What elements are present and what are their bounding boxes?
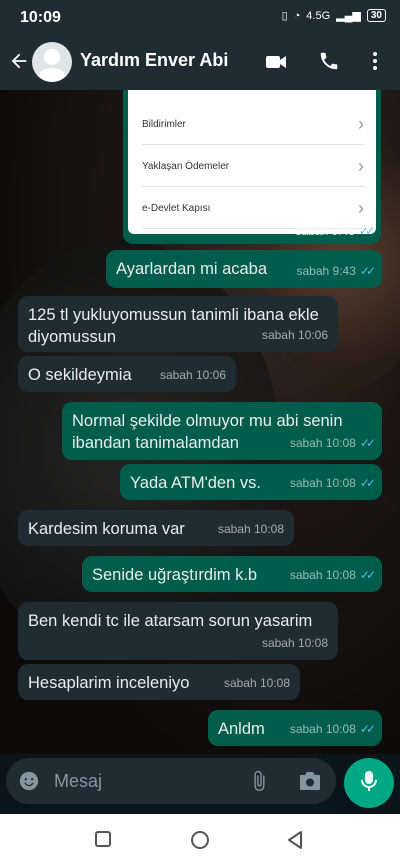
shared-screenshot[interactable]: Bildirimler › Yaklaşan Ödemeler › e-Devlet… xyxy=(128,90,376,234)
read-receipt-icon: ✓✓ xyxy=(358,224,375,238)
back-nav-icon[interactable] xyxy=(286,830,304,855)
message-bubble[interactable]: Hesaplarim inceleniyo sabah 10:08 xyxy=(18,664,300,700)
video-call-icon[interactable] xyxy=(264,50,288,79)
image-message[interactable]: Bildirimler › Yaklaşan Ödemeler › e-Devlet… xyxy=(123,90,381,244)
message-meta: sabah 10:08 ✓✓ xyxy=(290,564,376,586)
message-meta: sabah 10:06 xyxy=(261,328,328,342)
read-receipt-icon: ✓✓ xyxy=(359,436,376,450)
chevron-right-icon: › xyxy=(358,113,364,134)
message-meta: sabah 9:43 ✓✓ xyxy=(295,224,376,238)
message-bubble[interactable]: Anldm sabah 10:08 ✓✓ xyxy=(208,710,382,746)
signal-icon: ▂▄▆ xyxy=(336,10,361,22)
chevron-right-icon: › xyxy=(358,197,364,218)
message-bubble[interactable]: 125 tl yukluyomussun tanimli ibana ekle … xyxy=(18,296,338,352)
read-receipt-icon: ✓✓ xyxy=(359,476,376,490)
message-meta: sabah 10:06 xyxy=(159,368,226,382)
screenshot-row: Yaklaşan Ödemeler › xyxy=(142,146,364,187)
message-bubble[interactable]: Ben kendi tc ile atarsam sorun yasarim s… xyxy=(18,602,338,660)
status-time: 10:09 xyxy=(20,9,61,26)
message-meta: sabah 10:08 xyxy=(261,636,328,650)
contact-avatar[interactable] xyxy=(32,42,72,82)
status-bar: 10:09 ▯ ◔ 4.5G ▂▄▆ 30 xyxy=(0,0,400,34)
message-bubble[interactable]: Ayarlardan mi acaba sabah 9:43 ✓✓ xyxy=(106,250,382,288)
vibrate-icon: ▯ xyxy=(281,10,288,22)
home-icon[interactable] xyxy=(190,830,210,855)
back-arrow-icon[interactable] xyxy=(8,50,30,77)
message-meta: sabah 10:08 ✓✓ xyxy=(290,432,376,454)
composer-bar: Mesaj xyxy=(0,754,400,814)
message-input-field[interactable]: Mesaj xyxy=(6,758,336,804)
message-meta: sabah 10:08 xyxy=(217,522,284,536)
message-bubble[interactable]: Normal şekilde olmuyor mu abi senin iban… xyxy=(62,402,382,460)
screenshot-row: e-Devlet Kapısı › xyxy=(142,188,364,229)
screenshot-row: Bildirimler › xyxy=(142,104,364,145)
message-bubble[interactable]: O sekildeymia sabah 10:06 xyxy=(18,356,236,392)
voice-message-button[interactable] xyxy=(344,758,394,808)
microphone-icon xyxy=(359,769,379,798)
recent-apps-icon[interactable] xyxy=(94,830,112,853)
system-nav-bar xyxy=(0,814,400,866)
attach-icon[interactable] xyxy=(248,770,270,797)
read-receipt-icon: ✓✓ xyxy=(359,264,376,278)
emoji-icon[interactable] xyxy=(18,770,40,797)
message-bubble[interactable]: Yada ATM'den vs. sabah 10:08 ✓✓ xyxy=(120,464,382,500)
chat-header: Yardım Enver Abi xyxy=(0,34,400,90)
battery-level: 30 xyxy=(366,9,386,22)
read-receipt-icon: ✓✓ xyxy=(359,722,376,736)
read-receipt-icon: ✓✓ xyxy=(359,568,376,582)
contact-name[interactable]: Yardım Enver Abi xyxy=(80,50,228,71)
message-meta: sabah 10:08 xyxy=(223,676,290,690)
chevron-right-icon: › xyxy=(358,155,364,176)
message-meta: sabah 9:43 ✓✓ xyxy=(297,260,377,282)
more-options-icon[interactable] xyxy=(366,50,384,77)
message-meta: sabah 10:08 ✓✓ xyxy=(290,718,376,740)
wifi-icon: ◔ xyxy=(293,9,301,22)
voice-call-icon[interactable] xyxy=(318,50,340,77)
message-bubble[interactable]: Senide uğraştırdim k.b sabah 10:08 ✓✓ xyxy=(82,556,382,592)
network-type: 4.5G xyxy=(306,9,331,22)
message-bubble[interactable]: Kardesim koruma var sabah 10:08 xyxy=(18,510,294,546)
message-meta: sabah 10:08 ✓✓ xyxy=(290,472,376,494)
message-placeholder[interactable]: Mesaj xyxy=(54,771,102,792)
camera-icon[interactable] xyxy=(298,770,322,797)
status-icons: ▯ ◔ 4.5G ▂▄▆ 30 xyxy=(282,9,386,22)
